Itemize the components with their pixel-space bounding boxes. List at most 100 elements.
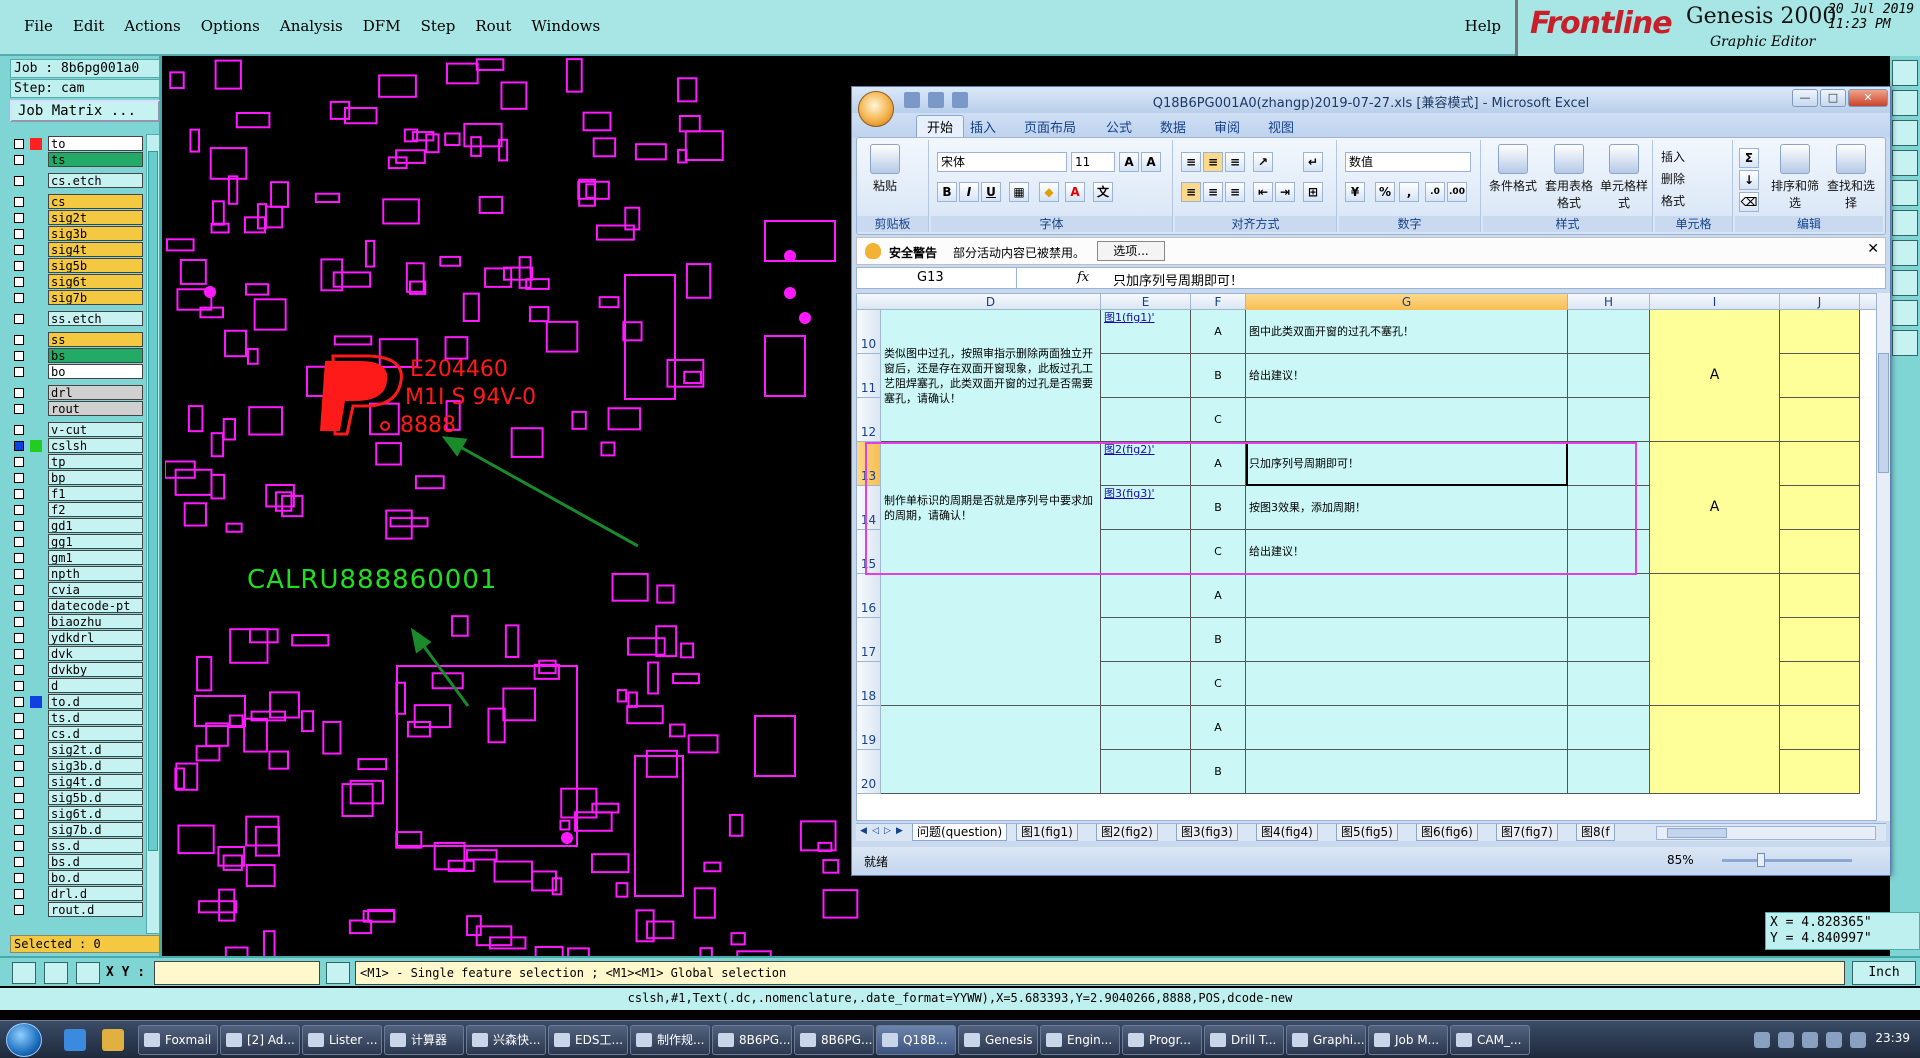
sheet-tab[interactable]: 图1(fig1): [1016, 824, 1078, 841]
table-cell[interactable]: [1568, 354, 1650, 398]
row-header[interactable]: 12: [857, 398, 881, 442]
taskbar-item[interactable]: Engin...: [1040, 1025, 1120, 1055]
layer-row-sig3b[interactable]: sig3b: [12, 226, 144, 242]
taskbar-item[interactable]: [2] Ad...: [220, 1025, 300, 1055]
option-text[interactable]: 只加序列号周期即可！: [1246, 442, 1568, 486]
layer-checkbox[interactable]: [14, 521, 24, 531]
bold-icon[interactable]: B: [937, 182, 957, 202]
option-key[interactable]: A: [1191, 574, 1246, 618]
name-box[interactable]: G13: [857, 268, 1017, 288]
option-key[interactable]: A: [1191, 310, 1246, 354]
layer-checkbox[interactable]: [14, 213, 24, 223]
layer-checkbox[interactable]: [14, 197, 24, 207]
border-icon[interactable]: ▦: [1009, 182, 1029, 202]
layer-row-ydkdrl[interactable]: ydkdrl: [12, 630, 144, 646]
layer-row-datecode-pt[interactable]: datecode-pt: [12, 598, 144, 614]
tool-icon[interactable]: [1892, 300, 1918, 326]
layer-row-ss[interactable]: ss: [12, 332, 144, 348]
row-header[interactable]: 14: [857, 486, 881, 530]
tool-icon[interactable]: [1892, 60, 1918, 86]
option-key[interactable]: B: [1191, 486, 1246, 530]
table-cell[interactable]: [1101, 618, 1191, 662]
column-header[interactable]: D: [881, 294, 1101, 310]
row-header[interactable]: 20: [857, 750, 881, 794]
option-text[interactable]: [1246, 398, 1568, 442]
tool-icon[interactable]: [1892, 270, 1918, 296]
layer-row-sig6t-d[interactable]: sig6t.d: [12, 806, 144, 822]
paste-button[interactable]: 粘贴: [865, 144, 905, 194]
layer-checkbox[interactable]: [14, 665, 24, 675]
layer-checkbox[interactable]: [14, 293, 24, 303]
layer-checkbox[interactable]: [14, 809, 24, 819]
start-button[interactable]: [6, 1023, 42, 1057]
layer-checkbox[interactable]: [14, 729, 24, 739]
units-button[interactable]: Inch: [1852, 961, 1916, 985]
layer-checkbox[interactable]: [14, 277, 24, 287]
sheet-tab[interactable]: 图4(fig4): [1256, 824, 1318, 841]
sheet-tab[interactable]: 图8(f: [1576, 824, 1615, 841]
table-cell[interactable]: [1568, 442, 1650, 486]
decrease-decimal-icon[interactable]: .00: [1447, 182, 1467, 202]
table-cell[interactable]: [1780, 574, 1860, 618]
find-select-button[interactable]: 查找和选择: [1823, 144, 1879, 211]
layer-row-sig4t[interactable]: sig4t: [12, 242, 144, 258]
table-cell[interactable]: [1650, 706, 1780, 794]
taskbar-item[interactable]: CAM_...: [1450, 1025, 1530, 1055]
font-name-select[interactable]: 宋体: [937, 152, 1067, 172]
row-header[interactable]: 18: [857, 662, 881, 706]
table-cell[interactable]: [1650, 574, 1780, 706]
taskbar-item[interactable]: Foxmail: [138, 1025, 218, 1055]
layer-checkbox[interactable]: [14, 601, 24, 611]
sum-icon[interactable]: Σ: [1739, 148, 1759, 168]
layer-checkbox[interactable]: [14, 404, 24, 414]
layer-row-to-d[interactable]: to.d: [12, 694, 144, 710]
layer-row-cs[interactable]: cs: [12, 194, 144, 210]
layer-scroll-thumb[interactable]: [148, 151, 158, 851]
excel-window[interactable]: Q18B6PG001A0(zhangp)2019-07-27.xls [兼容模式…: [851, 86, 1891, 876]
menu-actions[interactable]: Actions: [114, 17, 190, 35]
layer-row-sig5b-d[interactable]: sig5b.d: [12, 790, 144, 806]
sheet-tab[interactable]: 图5(fig5): [1336, 824, 1398, 841]
taskbar-item[interactable]: 8B6PG...: [712, 1025, 792, 1055]
zoom-knob[interactable]: [1757, 853, 1765, 867]
table-cell[interactable]: [1780, 530, 1860, 574]
table-cell[interactable]: [1101, 706, 1191, 750]
sort-filter-button[interactable]: 排序和筛选: [1769, 144, 1821, 211]
layer-checkbox[interactable]: [14, 681, 24, 691]
tray-icon[interactable]: [1802, 1032, 1818, 1048]
tool-icon[interactable]: [1892, 120, 1918, 146]
question-cell[interactable]: 类似图中过孔，按照审指示删除两面独立开窗后，还是存在双面开窗现象，此板过孔工艺阻…: [881, 310, 1101, 442]
table-cell[interactable]: [1780, 442, 1860, 486]
last-sheet-icon[interactable]: ▶: [896, 826, 906, 838]
delete-button[interactable]: 删除: [1661, 170, 1685, 187]
horizontal-scrollbar[interactable]: [1656, 826, 1876, 840]
zoom-slider[interactable]: [1722, 859, 1852, 862]
option-text[interactable]: 按图3效果，添加周期！: [1246, 486, 1568, 530]
menu-analysis[interactable]: Analysis: [270, 17, 353, 35]
tool-icon[interactable]: [1892, 330, 1918, 356]
figure-link[interactable]: 图3(fig3)': [1101, 486, 1191, 530]
row-header[interactable]: 10: [857, 310, 881, 354]
comma-icon[interactable]: ,: [1399, 182, 1419, 202]
layer-checkbox[interactable]: [14, 335, 24, 345]
tool-icon[interactable]: [1892, 210, 1918, 236]
table-cell[interactable]: [1101, 662, 1191, 706]
layer-checkbox[interactable]: [14, 713, 24, 723]
tool-icon[interactable]: [1892, 90, 1918, 116]
security-options-button[interactable]: 选项...: [1097, 241, 1165, 261]
layer-checkbox[interactable]: [14, 505, 24, 515]
align-middle-icon[interactable]: ≡: [1203, 152, 1223, 172]
layer-checkbox[interactable]: [14, 761, 24, 771]
option-key[interactable]: A: [1191, 442, 1246, 486]
layer-checkbox[interactable]: [14, 857, 24, 867]
taskbar-item[interactable]: EDS工...: [548, 1025, 628, 1055]
volume-icon[interactable]: [1826, 1032, 1842, 1048]
row-header[interactable]: 15: [857, 530, 881, 574]
row-header[interactable]: 11: [857, 354, 881, 398]
sheet-tab[interactable]: 图7(fig7): [1496, 824, 1558, 841]
layer-row-sig2t[interactable]: sig2t: [12, 210, 144, 226]
figure-link[interactable]: 图2(fig2)': [1101, 442, 1191, 486]
cell-text[interactable]: 图1(fig1)': [1101, 310, 1158, 326]
spreadsheet-grid[interactable]: DEFGHIJ 10 11 12 13 14 15 16 17 18 19 20 类似图中过孔，按照审…: [856, 293, 1886, 821]
hscroll-thumb[interactable]: [1667, 828, 1727, 838]
